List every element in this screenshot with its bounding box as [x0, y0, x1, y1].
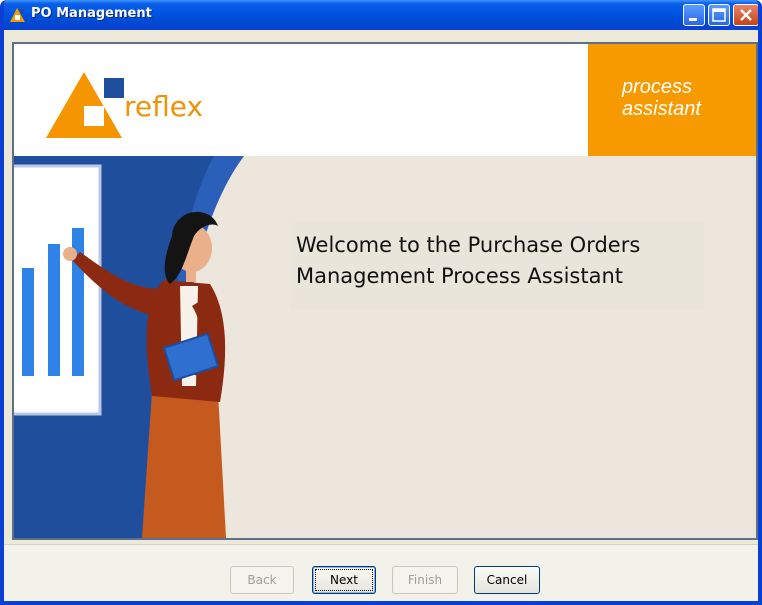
- welcome-hero: Welcome to the Purchase Orders Managemen…: [14, 156, 756, 538]
- badge-line-1: process: [622, 76, 693, 98]
- wizard-content: reflex process assistant Welcome to the …: [12, 42, 758, 540]
- finish-button[interactable]: Finish: [392, 566, 458, 594]
- title-bar[interactable]: PO Management: [4, 0, 758, 30]
- reflex-logo-icon: [46, 72, 124, 138]
- cancel-button[interactable]: Cancel: [474, 566, 540, 594]
- close-icon: [740, 9, 752, 21]
- maximize-icon: [712, 8, 726, 22]
- wizard-button-bar: Back Next Finish Cancel: [4, 544, 758, 601]
- maximize-button[interactable]: [708, 4, 730, 26]
- presenter-illustration: [14, 156, 244, 538]
- welcome-panel: Welcome to the Purchase Orders Managemen…: [290, 222, 704, 310]
- welcome-line-2: Management Process Assistant: [296, 264, 624, 288]
- back-button[interactable]: Back: [230, 566, 294, 594]
- next-button[interactable]: Next: [312, 566, 376, 594]
- po-management-window: PO Management reflex process assistant W…: [0, 0, 762, 605]
- logo-text: reflex: [124, 90, 204, 123]
- process-assistant-badge: process assistant: [588, 44, 756, 156]
- close-button[interactable]: [733, 4, 758, 26]
- app-logo-icon: [10, 8, 25, 22]
- minimize-button[interactable]: [683, 4, 705, 26]
- window-title: PO Management: [31, 6, 152, 21]
- welcome-line-1: Welcome to the Purchase Orders: [296, 233, 641, 257]
- minimize-icon: [689, 18, 697, 21]
- wizard-header: reflex process assistant: [14, 44, 756, 156]
- badge-line-2: assistant: [622, 98, 701, 120]
